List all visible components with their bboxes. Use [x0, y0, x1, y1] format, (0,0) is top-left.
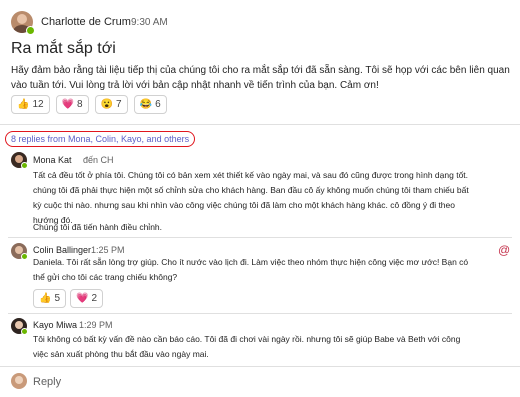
reply-body-mona-2: Chúng tôi đã tiến hành điều chỉnh.	[33, 222, 163, 232]
replies-expand-link[interactable]: 8 replies from Mona, Colin, Kayo, and ot…	[5, 131, 196, 147]
presence-available-icon	[21, 328, 28, 335]
reaction-heart[interactable]: 💗 8	[55, 95, 89, 114]
thumbs-up-icon: 👍	[17, 99, 30, 110]
divider	[0, 124, 520, 125]
post-reactions: 👍 12 💗 8 😮 7 😂 6	[11, 95, 167, 114]
reply-reactions-colin: 👍 5 💗 2	[33, 289, 104, 308]
divider	[8, 237, 512, 238]
reaction-count: 6	[155, 99, 161, 110]
reply-body-colin: Daniela. Tôi rất sẵn lòng trợ giúp. Cho …	[33, 257, 469, 282]
reply-time-kayo: 1:29 PM	[79, 320, 113, 330]
heart-icon: 💗	[61, 99, 75, 110]
presence-available-icon	[21, 253, 28, 260]
presence-available-icon	[21, 162, 28, 169]
reply-author-colin[interactable]: Colin Ballinger	[33, 245, 91, 255]
reaction-count: 8	[77, 99, 83, 110]
reaction-laugh[interactable]: 😂 6	[133, 95, 167, 114]
reaction-count: 7	[116, 99, 122, 110]
at-icon: @	[498, 243, 511, 257]
heart-icon: 💗	[76, 293, 89, 304]
reply-author-kayo[interactable]: Kayo Miwa	[33, 320, 77, 330]
laugh-icon: 😂	[139, 99, 153, 110]
reply-input[interactable]: Reply	[33, 376, 61, 388]
post-body: Hãy đảm bảo rằng tài liệu tiếp thị của c…	[11, 65, 510, 91]
reaction-surprised[interactable]: 😮 7	[94, 95, 128, 114]
reaction-count: 5	[54, 293, 61, 304]
divider	[8, 313, 512, 314]
reaction-thumbs-up[interactable]: 👍 5	[33, 289, 67, 308]
reply-time-mona: đến CH	[83, 155, 114, 165]
post-title: Ra mắt sắp tới	[11, 40, 116, 57]
reaction-count: 12	[32, 99, 44, 110]
reply-body-mona: Tất cả đều tốt ở phía tôi. Chúng tôi có …	[33, 170, 469, 225]
reaction-heart[interactable]: 💗 2	[70, 289, 104, 308]
presence-available-icon	[26, 26, 35, 35]
reaction-count: 2	[91, 293, 98, 304]
reaction-thumbs-up[interactable]: 👍 12	[11, 95, 50, 114]
post-time: 9:30 AM	[131, 17, 168, 28]
reply-box[interactable]: Reply	[0, 366, 520, 397]
reply-author-mona[interactable]: Mona Kat	[33, 155, 72, 165]
reply-body-kayo: Tôi không có bất kỳ vấn đề nào cần báo c…	[33, 334, 461, 359]
thumbs-up-icon: 👍	[39, 293, 52, 304]
reply-time-colin: 1:25 PM	[91, 245, 125, 255]
avatar-current-user	[11, 373, 27, 389]
surprised-icon: 😮	[100, 99, 114, 110]
post-author[interactable]: Charlotte de Crum	[41, 16, 131, 28]
